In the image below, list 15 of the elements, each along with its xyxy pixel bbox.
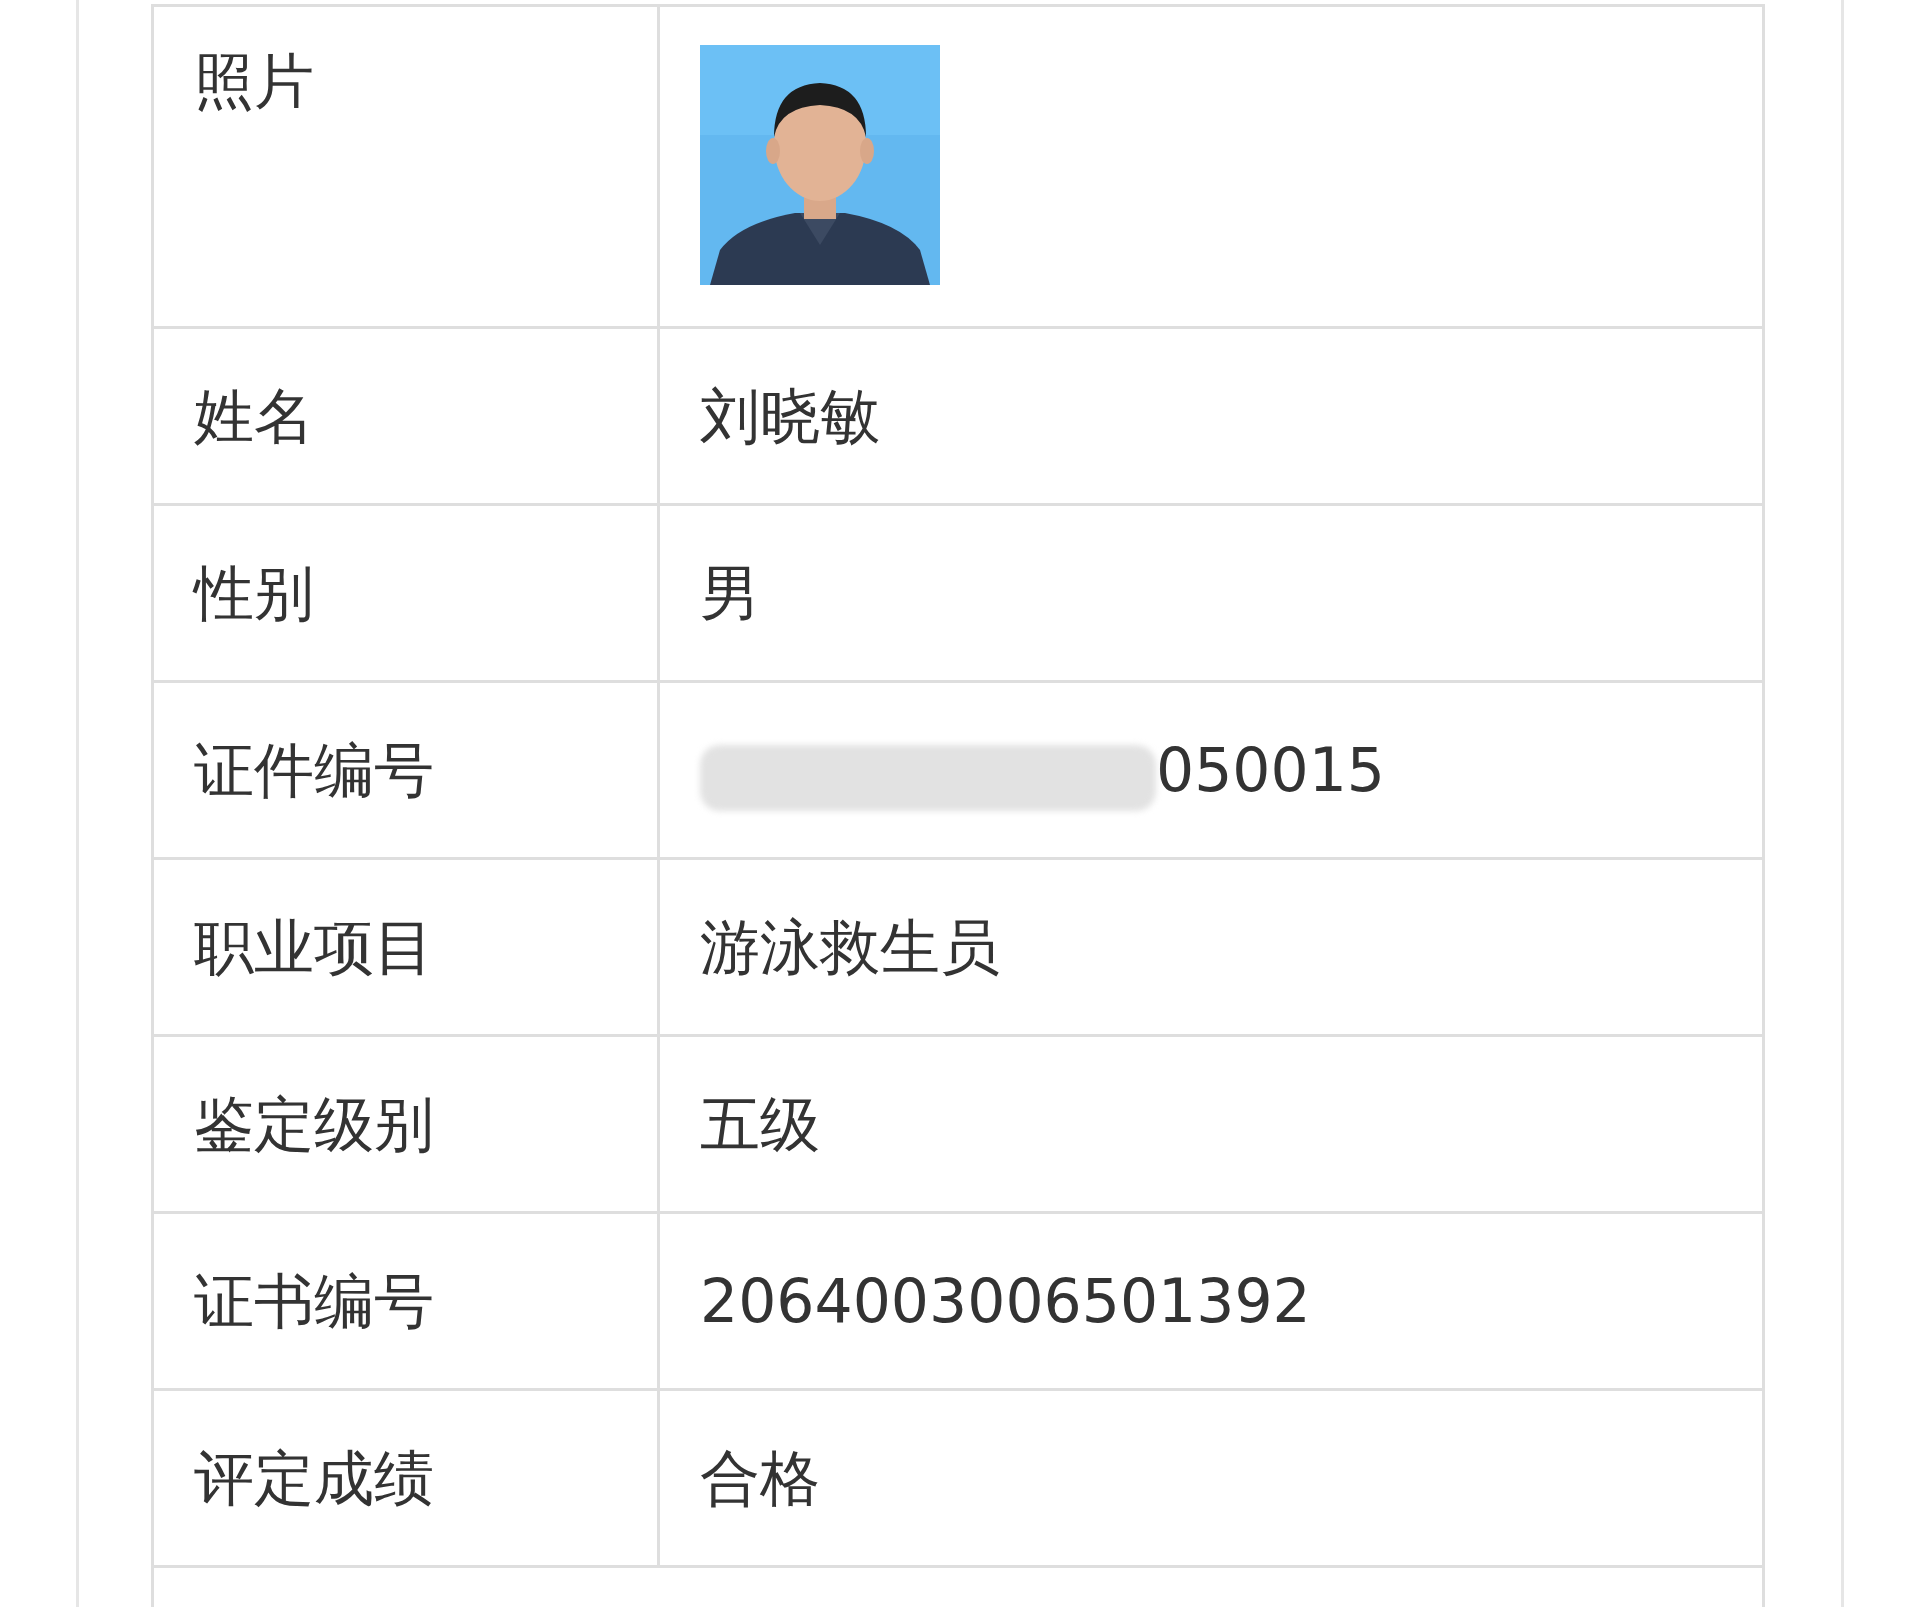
field-value: 050015 <box>1156 740 1386 800</box>
field-value: 刘晓敏 <box>700 386 880 446</box>
field-label: 证书编号 <box>194 1271 434 1331</box>
field-label: 照片 <box>194 51 314 111</box>
field-label: 性别 <box>194 563 314 623</box>
field-value: 男 <box>700 563 760 623</box>
field-value: 合格 <box>700 1448 820 1508</box>
field-label: 职业项目 <box>194 917 434 977</box>
field-label: 评定成绩 <box>194 1448 434 1508</box>
field-label: 证件编号 <box>194 740 434 800</box>
field-label: 鉴定级别 <box>194 1094 434 1154</box>
field-label: 姓名 <box>194 386 314 446</box>
field-value: 五级 <box>700 1094 820 1154</box>
field-value: 2064003006501392 <box>700 1271 1311 1331</box>
field-value: 游泳救生员 <box>700 917 1000 977</box>
